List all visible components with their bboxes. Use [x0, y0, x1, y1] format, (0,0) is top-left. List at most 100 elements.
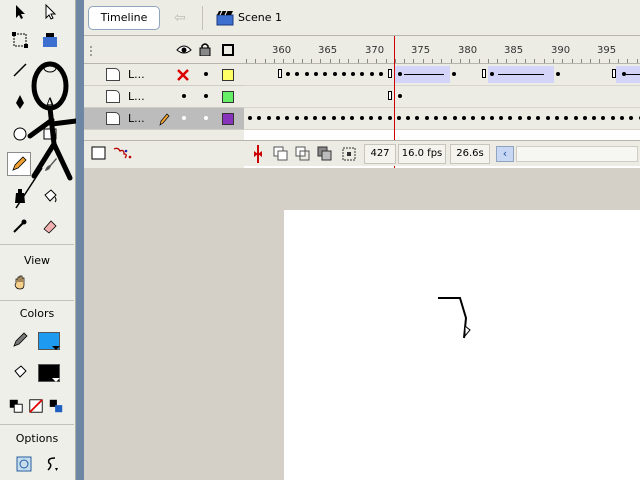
center-frame-icon[interactable] [250, 145, 266, 163]
keyframe[interactable] [368, 116, 373, 120]
keyframe[interactable] [629, 116, 634, 120]
pencil-tool-icon[interactable] [7, 152, 31, 176]
visibility-dot[interactable] [182, 116, 186, 120]
edit-multiple-frames-icon[interactable] [316, 145, 334, 163]
keyframe[interactable] [564, 116, 569, 120]
keyframe[interactable] [379, 72, 383, 76]
scroll-left-icon[interactable]: ‹ [496, 146, 514, 162]
keyframe[interactable] [612, 69, 616, 78]
horizontal-scrollbar[interactable] [516, 146, 638, 162]
keyframe[interactable] [545, 116, 550, 120]
layer-row[interactable]: L... [84, 64, 244, 86]
keyframe[interactable] [573, 116, 578, 120]
keyframe[interactable] [536, 116, 541, 120]
keyframe[interactable] [295, 72, 300, 76]
oval-tool-icon[interactable] [8, 122, 32, 146]
keyframe[interactable] [508, 116, 513, 120]
keyframe[interactable] [482, 69, 486, 78]
keyframe[interactable] [461, 116, 466, 120]
keyframe[interactable] [471, 116, 476, 120]
keyframe[interactable] [313, 72, 318, 76]
fill-color-swatch[interactable] [38, 364, 60, 382]
keyframe[interactable] [556, 72, 560, 76]
keyframe[interactable] [592, 116, 597, 120]
lasso-tool-icon[interactable] [38, 58, 62, 82]
keyframe[interactable] [331, 116, 336, 120]
keyframe[interactable] [257, 116, 262, 120]
keyframe[interactable] [388, 91, 392, 100]
keyframe[interactable] [378, 116, 383, 120]
no-color-icon[interactable] [28, 394, 44, 418]
paint-bucket-tool-icon[interactable] [38, 184, 62, 208]
keyframe[interactable] [388, 69, 392, 78]
keyframe[interactable] [341, 72, 346, 76]
keyframe[interactable] [434, 116, 438, 120]
outline-toggle-icon[interactable] [222, 44, 234, 56]
frame-ruler[interactable]: 360 365 370 375 380 385 390 395 [244, 36, 640, 64]
drawn-shape[interactable] [434, 292, 484, 342]
timeline-button[interactable]: Timeline [88, 6, 160, 30]
keyframe[interactable] [285, 116, 290, 120]
hand-tool-icon[interactable] [8, 270, 32, 294]
keyframe[interactable] [610, 116, 615, 120]
modify-markers-icon[interactable] [340, 145, 358, 163]
keyframe[interactable] [332, 72, 337, 76]
keyframe[interactable] [294, 116, 299, 120]
keyframe[interactable] [304, 72, 309, 76]
keyframe[interactable] [360, 72, 365, 76]
lock-dot[interactable] [204, 72, 208, 76]
keyframe[interactable] [369, 72, 374, 76]
subselection-tool-icon[interactable] [38, 0, 62, 24]
frame-rate[interactable]: 16.0 fps [398, 144, 446, 164]
object-drawing-icon[interactable] [12, 452, 36, 476]
keyframe[interactable] [303, 116, 308, 120]
outline-color-box[interactable] [222, 69, 234, 81]
pen-tool-icon[interactable] [8, 90, 32, 114]
layer-name[interactable]: L... [128, 90, 145, 103]
keyframe[interactable] [266, 116, 271, 120]
visibility-dot[interactable] [182, 94, 186, 98]
selection-tool-icon[interactable] [8, 0, 32, 24]
onion-outlines-icon[interactable] [294, 145, 312, 163]
keyframe[interactable] [398, 72, 402, 76]
brush-tool-icon[interactable] [38, 152, 62, 176]
layer-name[interactable]: L... [128, 112, 145, 125]
swap-colors-icon[interactable] [48, 394, 64, 418]
hidden-x-icon[interactable] [176, 68, 190, 82]
stroke-color-swatch[interactable] [38, 332, 60, 350]
keyframe[interactable] [396, 116, 401, 120]
fill-transform-tool-icon[interactable] [38, 28, 62, 52]
outline-color-box[interactable] [222, 91, 234, 103]
add-layer-icon[interactable] [90, 145, 138, 163]
keyframe[interactable] [499, 116, 504, 120]
grip-icon[interactable] [88, 45, 94, 57]
show-hide-eye-icon[interactable] [176, 44, 192, 56]
keyframe[interactable] [387, 116, 392, 120]
keyframe[interactable] [322, 116, 327, 120]
frame-row[interactable] [244, 86, 640, 108]
layer-name[interactable]: L... [128, 68, 145, 81]
keyframe[interactable] [415, 116, 420, 120]
keyframe[interactable] [351, 72, 356, 76]
keyframe[interactable] [398, 94, 402, 98]
keyframe[interactable] [443, 116, 448, 120]
keyframe[interactable] [286, 72, 290, 76]
onion-skin-icon[interactable] [272, 145, 290, 163]
keyframe[interactable] [452, 116, 457, 120]
scene-label[interactable]: Scene 1 [238, 11, 282, 24]
keyframe[interactable] [313, 116, 318, 120]
keyframe[interactable] [489, 116, 494, 120]
black-white-icon[interactable] [8, 394, 24, 418]
frame-row[interactable] [244, 64, 640, 86]
keyframe[interactable] [620, 116, 624, 120]
free-transform-tool-icon[interactable] [8, 28, 32, 52]
outline-color-box[interactable] [222, 113, 234, 125]
back-arrow-icon[interactable]: ⇦ [174, 10, 186, 26]
line-tool-icon[interactable] [8, 58, 32, 82]
lock-icon[interactable] [199, 42, 211, 56]
keyframe[interactable] [424, 116, 429, 120]
eyedropper-tool-icon[interactable] [8, 214, 32, 238]
rectangle-tool-icon[interactable] [38, 122, 62, 146]
keyframe[interactable] [554, 116, 559, 120]
zoom-tool-icon[interactable] [38, 270, 62, 294]
